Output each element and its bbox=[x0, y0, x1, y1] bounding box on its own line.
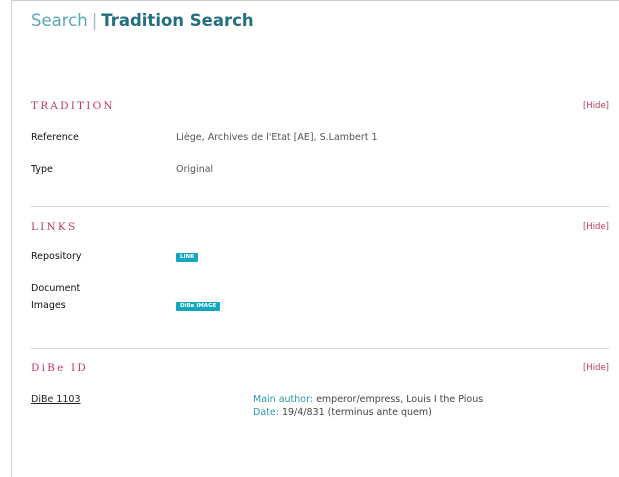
breadcrumb-search[interactable]: Search bbox=[31, 11, 88, 30]
section-divider bbox=[31, 348, 609, 349]
section-divider bbox=[31, 206, 609, 207]
page-title: Search | Tradition Search bbox=[31, 11, 254, 30]
reference-label: Reference bbox=[31, 132, 79, 143]
date-value: 19/4/831 (terminus ante quem) bbox=[281, 407, 432, 418]
type-value: Original bbox=[176, 164, 214, 175]
document-label: Document bbox=[31, 283, 81, 294]
dibe-hide-link[interactable]: [Hide] bbox=[583, 363, 609, 373]
repository-link-badge[interactable]: LINK bbox=[176, 253, 199, 262]
main-author-value: emperor/empress, Louis I the Pious bbox=[316, 394, 484, 405]
type-label: Type bbox=[31, 164, 53, 175]
tradition-hide-link[interactable]: [Hide] bbox=[583, 101, 609, 111]
dibe-id-link[interactable]: DiBe 1103 bbox=[31, 394, 81, 405]
breadcrumb-current: Tradition Search bbox=[101, 11, 254, 30]
links-hide-link[interactable]: [Hide] bbox=[583, 222, 609, 232]
tradition-section-title: TRADITION bbox=[31, 100, 115, 112]
content-frame bbox=[11, 0, 619, 477]
images-label: Images bbox=[31, 300, 66, 311]
links-section-title: LINKS bbox=[31, 221, 78, 233]
main-author-line: Main author: emperor/empress, Louis I th… bbox=[253, 394, 483, 405]
date-line: Date: 19/4/831 (terminus ante quem) bbox=[253, 407, 432, 418]
dibe-section-title: DiBe ID bbox=[31, 362, 89, 374]
main-author-key: Main author: bbox=[253, 394, 314, 405]
repository-label: Repository bbox=[31, 251, 82, 262]
breadcrumb-separator: | bbox=[91, 11, 98, 30]
dibe-image-badge[interactable]: DiBe IMAGE bbox=[176, 302, 221, 311]
reference-value: Liège, Archives de l'Etat [AE], S.Lamber… bbox=[176, 132, 378, 143]
date-key: Date: bbox=[253, 407, 279, 418]
